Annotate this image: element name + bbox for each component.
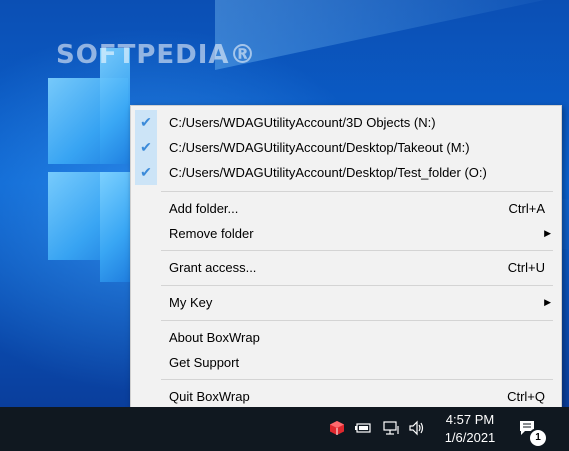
light-ray (215, 0, 569, 70)
battery-icon[interactable] (352, 417, 374, 439)
menu-item-label: C:/Users/WDAGUtilityAccount/3D Objects (… (169, 115, 436, 130)
submenu-arrow-icon: ▶ (544, 228, 551, 238)
network-icon[interactable] (380, 417, 402, 439)
menu-item-my-key[interactable]: My Key ▶ (131, 290, 561, 315)
menu-item-label: Get Support (169, 355, 240, 370)
menu-item-folder-3d-objects[interactable]: ✔ C:/Users/WDAGUtilityAccount/3D Objects… (131, 110, 561, 135)
menu-item-get-support[interactable]: Get Support (131, 350, 561, 375)
check-icon: ✔ (135, 110, 157, 135)
boxwrap-context-menu: ✔ C:/Users/WDAGUtilityAccount/3D Objects… (130, 105, 562, 413)
menu-separator (161, 191, 553, 192)
softpedia-watermark: SOFTPEDIA® (56, 40, 257, 70)
menu-shortcut: Ctrl+A (508, 201, 545, 216)
windows-logo-pane (100, 172, 130, 282)
menu-item-label: Add folder... (169, 201, 239, 216)
menu-shortcut: Ctrl+Q (507, 389, 545, 404)
menu-item-remove-folder[interactable]: Remove folder ▶ (131, 221, 561, 246)
menu-shortcut: Ctrl+U (507, 260, 545, 275)
taskbar: 4:57 PM 1/6/2021 1 (0, 407, 569, 451)
menu-item-about[interactable]: About BoxWrap (131, 325, 561, 350)
menu-separator (161, 379, 553, 380)
menu-item-folder-takeout[interactable]: ✔ C:/Users/WDAGUtilityAccount/Desktop/Ta… (131, 135, 561, 160)
menu-separator (161, 250, 553, 251)
menu-item-label: Grant access... (169, 260, 257, 275)
clock-time: 4:57 PM (445, 412, 495, 427)
taskbar-clock[interactable]: 4:57 PM 1/6/2021 (440, 411, 500, 447)
menu-item-label: My Key (169, 295, 213, 310)
menu-item-label: About BoxWrap (169, 330, 260, 345)
boxwrap-cube-icon (330, 421, 344, 435)
check-icon: ✔ (135, 160, 157, 185)
check-icon: ✔ (135, 135, 157, 160)
menu-item-add-folder[interactable]: Add folder... Ctrl+A (131, 196, 561, 221)
volume-icon[interactable] (406, 417, 428, 439)
menu-separator (161, 285, 553, 286)
notification-count-badge: 1 (530, 430, 546, 446)
menu-item-folder-test-folder[interactable]: ✔ C:/Users/WDAGUtilityAccount/Desktop/Te… (131, 160, 561, 185)
boxwrap-tray-icon[interactable] (326, 417, 348, 439)
menu-item-label: C:/Users/WDAGUtilityAccount/Desktop/Take… (169, 140, 470, 155)
menu-item-label: Remove folder (169, 226, 254, 241)
menu-separator (161, 320, 553, 321)
submenu-arrow-icon: ▶ (544, 297, 551, 307)
menu-item-quit[interactable]: Quit BoxWrap Ctrl+Q (131, 384, 561, 409)
menu-item-grant-access[interactable]: Grant access... Ctrl+U (131, 255, 561, 280)
clock-date: 1/6/2021 (444, 430, 496, 445)
menu-item-label: Quit BoxWrap (169, 389, 250, 404)
menu-item-label: C:/Users/WDAGUtilityAccount/Desktop/Test… (169, 165, 487, 180)
